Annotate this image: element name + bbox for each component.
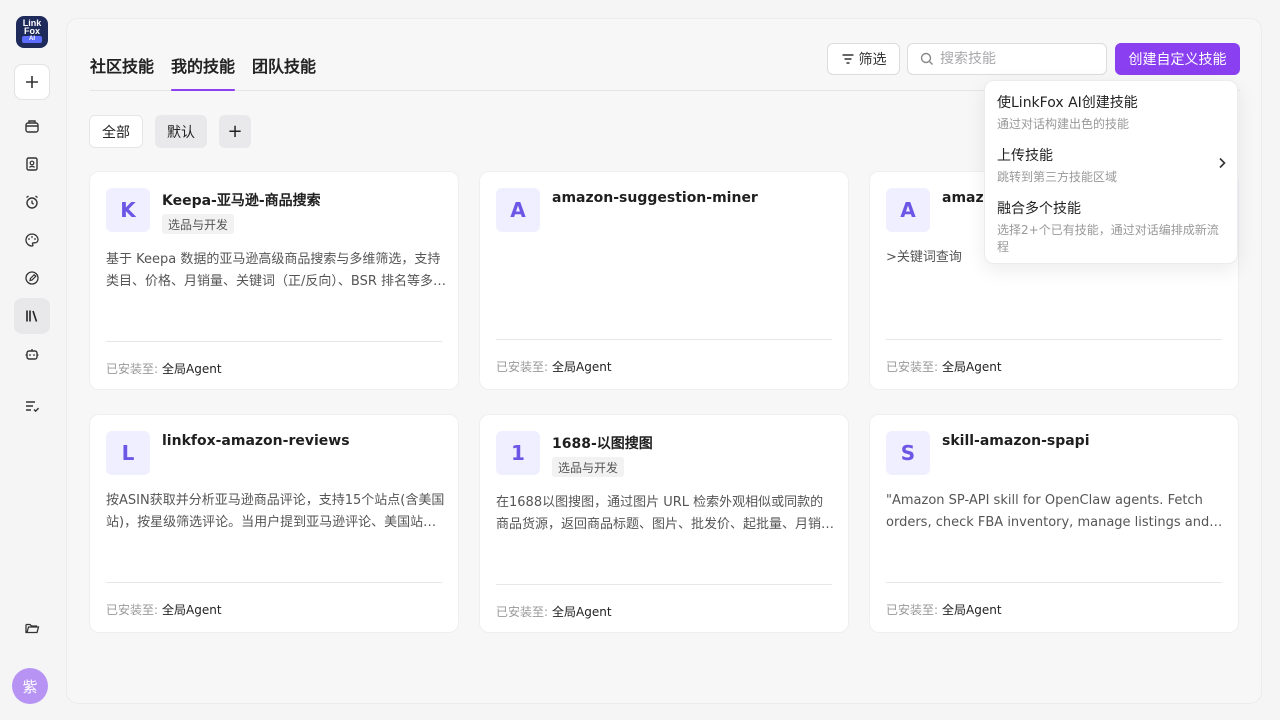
rail-alarm[interactable] [14, 184, 50, 220]
group-chips: 全部 默认 + [89, 115, 251, 148]
skill-card[interactable]: S skill-amazon-spapi "Amazon SP-API skil… [869, 414, 1239, 633]
tab-community-skills[interactable]: 社区技能 [90, 53, 154, 77]
dropdown-item-title: 使LinkFox AI创建技能 [997, 95, 1138, 111]
skill-description: 基于 Keepa 数据的亚马逊高级商品搜索与多维筛选，支持类目、价格、月销量、关… [106, 252, 446, 289]
skill-title: 1688-以图搜图 [552, 436, 653, 452]
installed-info: 已安装至: 全局Agent [886, 358, 1002, 375]
rail-edit[interactable] [14, 260, 50, 296]
skill-title: Keepa-亚马逊-商品搜索 [162, 193, 321, 209]
card-divider [886, 339, 1222, 340]
search-icon [920, 52, 933, 65]
filter-label: 筛选 [858, 52, 887, 68]
installed-target: 全局Agent [162, 603, 222, 617]
skill-initial-badge: A [496, 188, 540, 232]
card-divider [496, 584, 832, 585]
skill-card[interactable]: K Keepa-亚马逊-商品搜索 选品与开发 基于 Keepa 数据的亚马逊高级… [89, 171, 459, 390]
installed-target: 全局Agent [942, 360, 1002, 374]
alarm-clock-icon [26, 195, 38, 209]
skill-card[interactable]: 1 1688-以图搜图 选品与开发 在1688以图搜图，通过图片 URL 检索外… [479, 414, 849, 633]
installed-info: 已安装至: 全局Agent [106, 601, 222, 618]
dropdown-item-merge[interactable]: 融合多个技能 选择2+个已有技能，通过对话编排成新流程 [997, 198, 1227, 256]
chip-all[interactable]: 全部 [89, 115, 143, 148]
skill-tag: 选品与开发 [162, 214, 235, 234]
installed-info: 已安装至: 全局Agent [106, 360, 222, 377]
skill-description: "Amazon SP-API skill for OpenClaw agents… [886, 493, 1210, 530]
skill-card[interactable]: A amazon-suggestion-miner 已安装至: 全局Agent [479, 171, 849, 390]
installed-label: 已安装至: [106, 603, 159, 617]
card-divider [106, 582, 442, 583]
store-icon [25, 120, 39, 133]
rail-contacts[interactable] [14, 146, 50, 182]
left-rail: Link Fox AI 紫 [0, 0, 64, 720]
edit-note-icon [25, 271, 39, 285]
skill-title: skill-amazon-spapi [942, 433, 1090, 449]
robot-icon [25, 349, 39, 360]
rail-bot[interactable] [14, 336, 50, 372]
installed-label: 已安装至: [886, 360, 939, 374]
rail-folder[interactable] [14, 610, 50, 646]
palette-icon [25, 233, 39, 247]
installed-label: 已安装至: [886, 603, 939, 617]
filter-icon [842, 54, 853, 64]
plus-icon [26, 76, 38, 88]
app-logo[interactable]: Link Fox AI [16, 16, 48, 48]
rail-tasks[interactable] [14, 388, 50, 424]
skill-initial-badge: S [886, 431, 930, 475]
library-icon [26, 310, 38, 322]
installed-label: 已安装至: [496, 605, 549, 619]
skill-card[interactable]: L linkfox-amazon-reviews 按ASIN获取并分析亚马逊商品… [89, 414, 459, 633]
rail-store[interactable] [14, 108, 50, 144]
card-divider [106, 341, 442, 342]
skill-initial-badge: K [106, 188, 150, 232]
installed-info: 已安装至: 全局Agent [496, 358, 612, 375]
folder-open-icon [25, 623, 40, 634]
logo-line2: Fox [23, 26, 40, 36]
skill-initial-badge: 1 [496, 431, 540, 475]
rail-library[interactable] [14, 298, 50, 334]
installed-target: 全局Agent [162, 362, 222, 376]
rail-palette[interactable] [14, 222, 50, 258]
installed-target: 全局Agent [552, 360, 612, 374]
installed-info: 已安装至: 全局Agent [496, 603, 612, 620]
dropdown-item-subtitle: 通过对话构建出色的技能 [997, 117, 1130, 131]
installed-target: 全局Agent [552, 605, 612, 619]
chevron-right-icon [1219, 157, 1226, 169]
dropdown-item-subtitle: 选择2+个已有技能，通过对话编排成新流程 [997, 223, 1219, 254]
installed-label: 已安装至: [106, 362, 159, 376]
installed-target: 全局Agent [942, 603, 1002, 617]
skill-description: 按ASIN获取并分析亚马逊商品评论，支持15个站点(含美国站)，按星级筛选评论。… [106, 493, 445, 530]
new-button[interactable] [14, 64, 50, 100]
checklist-icon [26, 401, 40, 413]
dropdown-item-ai-create[interactable]: 使LinkFox AI创建技能 通过对话构建出色的技能 [997, 92, 1227, 133]
skill-title: amazon-suggestion-miner [552, 190, 758, 206]
installed-label: 已安装至: [496, 360, 549, 374]
installed-info: 已安装至: 全局Agent [886, 601, 1002, 618]
tab-my-skills[interactable]: 我的技能 [171, 53, 236, 91]
skill-tag: 选品与开发 [552, 457, 625, 477]
card-divider [886, 582, 1222, 583]
filter-button[interactable]: 筛选 [827, 43, 900, 75]
dropdown-item-title: 融合多个技能 [997, 201, 1081, 217]
dropdown-item-upload[interactable]: 上传技能 跳转到第三方技能区域 [997, 145, 1227, 186]
chip-default[interactable]: 默认 [155, 115, 207, 148]
card-divider [496, 339, 832, 340]
skill-description: 在1688以图搜图，通过图片 URL 检索外观相似或同款的商品货源，返回商品标题… [496, 495, 835, 532]
skill-initial-badge: A [886, 188, 930, 232]
create-skill-dropdown: 使LinkFox AI创建技能 通过对话构建出色的技能 上传技能 跳转到第三方技… [984, 80, 1238, 264]
logo-badge: AI [22, 36, 42, 43]
contact-book-icon [26, 157, 38, 171]
dropdown-item-subtitle: 跳转到第三方技能区域 [997, 170, 1118, 184]
search-input[interactable] [940, 51, 1100, 67]
skill-title: linkfox-amazon-reviews [162, 433, 350, 449]
search-box[interactable] [907, 43, 1107, 75]
add-group-button[interactable]: + [219, 115, 251, 148]
tab-team-skills[interactable]: 团队技能 [252, 53, 316, 77]
user-avatar[interactable]: 紫 [12, 668, 48, 704]
dropdown-item-title: 上传技能 [997, 148, 1053, 164]
skill-initial-badge: L [106, 431, 150, 475]
create-custom-skill-button[interactable]: 创建自定义技能 [1115, 43, 1240, 75]
